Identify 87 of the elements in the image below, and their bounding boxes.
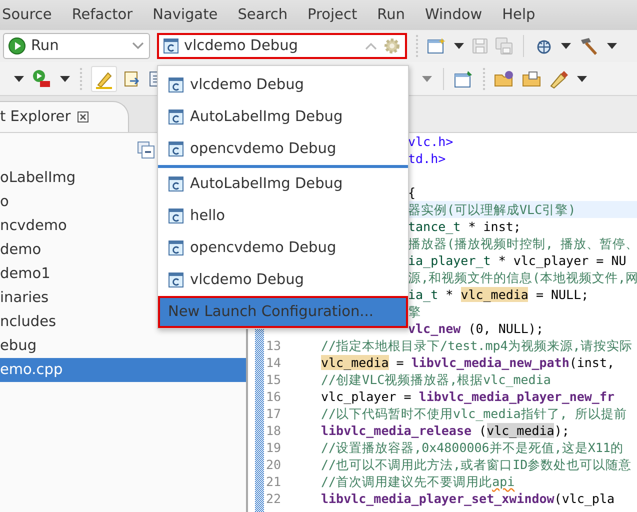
item-label: AutoLabelImg Debug — [190, 176, 343, 192]
window-pin-icon[interactable] — [454, 70, 474, 88]
item-label: opencvdemo Debug — [190, 240, 336, 256]
code-line: { — [408, 184, 416, 201]
menu-item[interactable]: Help — [492, 7, 546, 23]
code-line: vlc.h> — [408, 133, 454, 150]
c-file-icon — [168, 272, 184, 288]
line-number: 16 — [265, 388, 282, 405]
line-number: 21 — [265, 473, 282, 490]
menu-item[interactable]: Navigate — [142, 7, 228, 23]
collapse-all-icon[interactable] — [137, 140, 155, 158]
tab-title: t Explorer — [0, 109, 71, 125]
run-icon — [8, 37, 26, 55]
caret-icon[interactable] — [453, 42, 465, 50]
c-file-icon — [168, 109, 184, 125]
item-label: hello — [190, 208, 226, 224]
menu-item[interactable]: Source — [0, 7, 62, 23]
item-label: vlcdemo Debug — [190, 272, 304, 288]
c-file-icon — [168, 77, 184, 93]
menu-item[interactable]: Refactor — [62, 7, 143, 23]
tree-item[interactable]: ebug — [0, 334, 246, 358]
launch-configuration-item[interactable]: opencvdemo Debug — [158, 232, 408, 264]
menu-item[interactable]: Window — [414, 7, 492, 23]
run-external-icon[interactable] — [31, 68, 53, 88]
line-number: 13 — [265, 337, 282, 354]
caret-icon[interactable] — [560, 42, 572, 50]
caret-icon[interactable] — [576, 74, 588, 82]
caret-icon[interactable] — [59, 74, 71, 82]
code-line: //以下代码暂时不使用vlc_media指针了, 所以提前 — [321, 405, 627, 422]
c-file-icon — [168, 141, 184, 157]
launch-configuration-item[interactable]: hello — [158, 200, 408, 232]
code-line: //创建VLC视频播放器,根据vlc_media — [321, 371, 551, 388]
code-line: //首次调用建议先不要调用此api — [321, 473, 515, 490]
code-line: 器实例(可以理解成VLC引擎) — [408, 201, 576, 218]
chevron-up-icon — [364, 41, 378, 51]
menu-item[interactable]: Run — [367, 7, 415, 23]
launch-configuration-item[interactable]: opencvdemo Debug — [158, 133, 408, 165]
line-number: 19 — [265, 439, 282, 456]
project-explorer-tab[interactable]: t Explorer — [0, 101, 129, 132]
code-line: 播放器(播放视频时控制, 播放、暂停、 — [408, 235, 637, 252]
line-number: 15 — [265, 371, 282, 388]
launch-configuration-dropdown[interactable]: vlcdemo Debug — [157, 33, 407, 59]
code-line: tance_t * inst; — [408, 218, 521, 235]
line-number: 22 — [265, 490, 282, 507]
folder-icon[interactable] — [522, 70, 542, 88]
tree-item[interactable]: emo.cpp — [0, 358, 246, 382]
code-line: libvlc_media_release (vlc_media); — [321, 422, 570, 439]
line-number: 20 — [265, 456, 282, 473]
item-label: vlcdemo Debug — [190, 77, 304, 93]
launch-configuration-item[interactable]: AutoLabelImg Debug — [158, 101, 408, 133]
code-line: 源,和视频文件的信息(本地视频文件,网 — [408, 269, 637, 286]
code-line: vlc_media = libvlc_media_new_path(inst, — [321, 354, 615, 371]
item-label: opencvdemo Debug — [190, 141, 336, 157]
pen-icon[interactable] — [548, 68, 570, 88]
code-line: ia_t * vlc_media = NULL; — [408, 286, 589, 303]
caret-icon[interactable] — [606, 42, 618, 50]
launch-configuration-item[interactable]: vlcdemo Debug — [158, 264, 408, 296]
code-line: //设置播放容器,0x4800006并不是死值,这是X11的 — [321, 439, 624, 456]
code-line: //也可以不调用此方法,或者窗口ID参数处也可以随意 — [321, 456, 632, 473]
code-line: ia_player_t * vlc_player = NU — [408, 252, 626, 269]
launch-mode-dropdown[interactable]: Run — [3, 33, 150, 59]
menu-item[interactable]: Project — [298, 7, 368, 23]
code-line: libvlc_media_player_set_xwindow(vlc_pla — [321, 490, 615, 507]
code-line: //指定本地根目录下/test.mp4为视频来源,请按实际 — [321, 337, 632, 354]
code-line: vlc_player = libvlc_media_player_new_fr — [321, 388, 615, 405]
line-number: 18 — [265, 422, 282, 439]
item-label: AutoLabelImg Debug — [190, 109, 343, 125]
hammer-icon[interactable] — [578, 36, 600, 56]
mark-occurrences-toggle[interactable] — [91, 66, 117, 92]
menu-item[interactable]: Search — [228, 7, 298, 23]
folder-icon[interactable] — [494, 70, 516, 88]
c-file-icon — [163, 38, 179, 54]
c-file-icon — [168, 240, 184, 256]
c-file-icon — [168, 208, 184, 224]
line-number: 14 — [265, 354, 282, 371]
new-window-icon[interactable] — [427, 37, 447, 55]
line-number: 17 — [265, 405, 282, 422]
launch-configuration-item[interactable]: AutoLabelImg Debug — [158, 168, 408, 200]
code-line: 擎 — [408, 303, 421, 320]
launch-configuration-item[interactable]: vlcdemo Debug — [158, 69, 408, 101]
document-arrow-icon[interactable] — [123, 70, 141, 88]
code-line: vlc_new (0, NULL); — [408, 320, 544, 337]
c-file-icon — [168, 176, 184, 192]
close-icon[interactable] — [76, 111, 89, 123]
chevron-down-icon — [131, 41, 145, 51]
caret-icon[interactable] — [13, 74, 25, 82]
code-line: td.h> — [408, 150, 446, 167]
